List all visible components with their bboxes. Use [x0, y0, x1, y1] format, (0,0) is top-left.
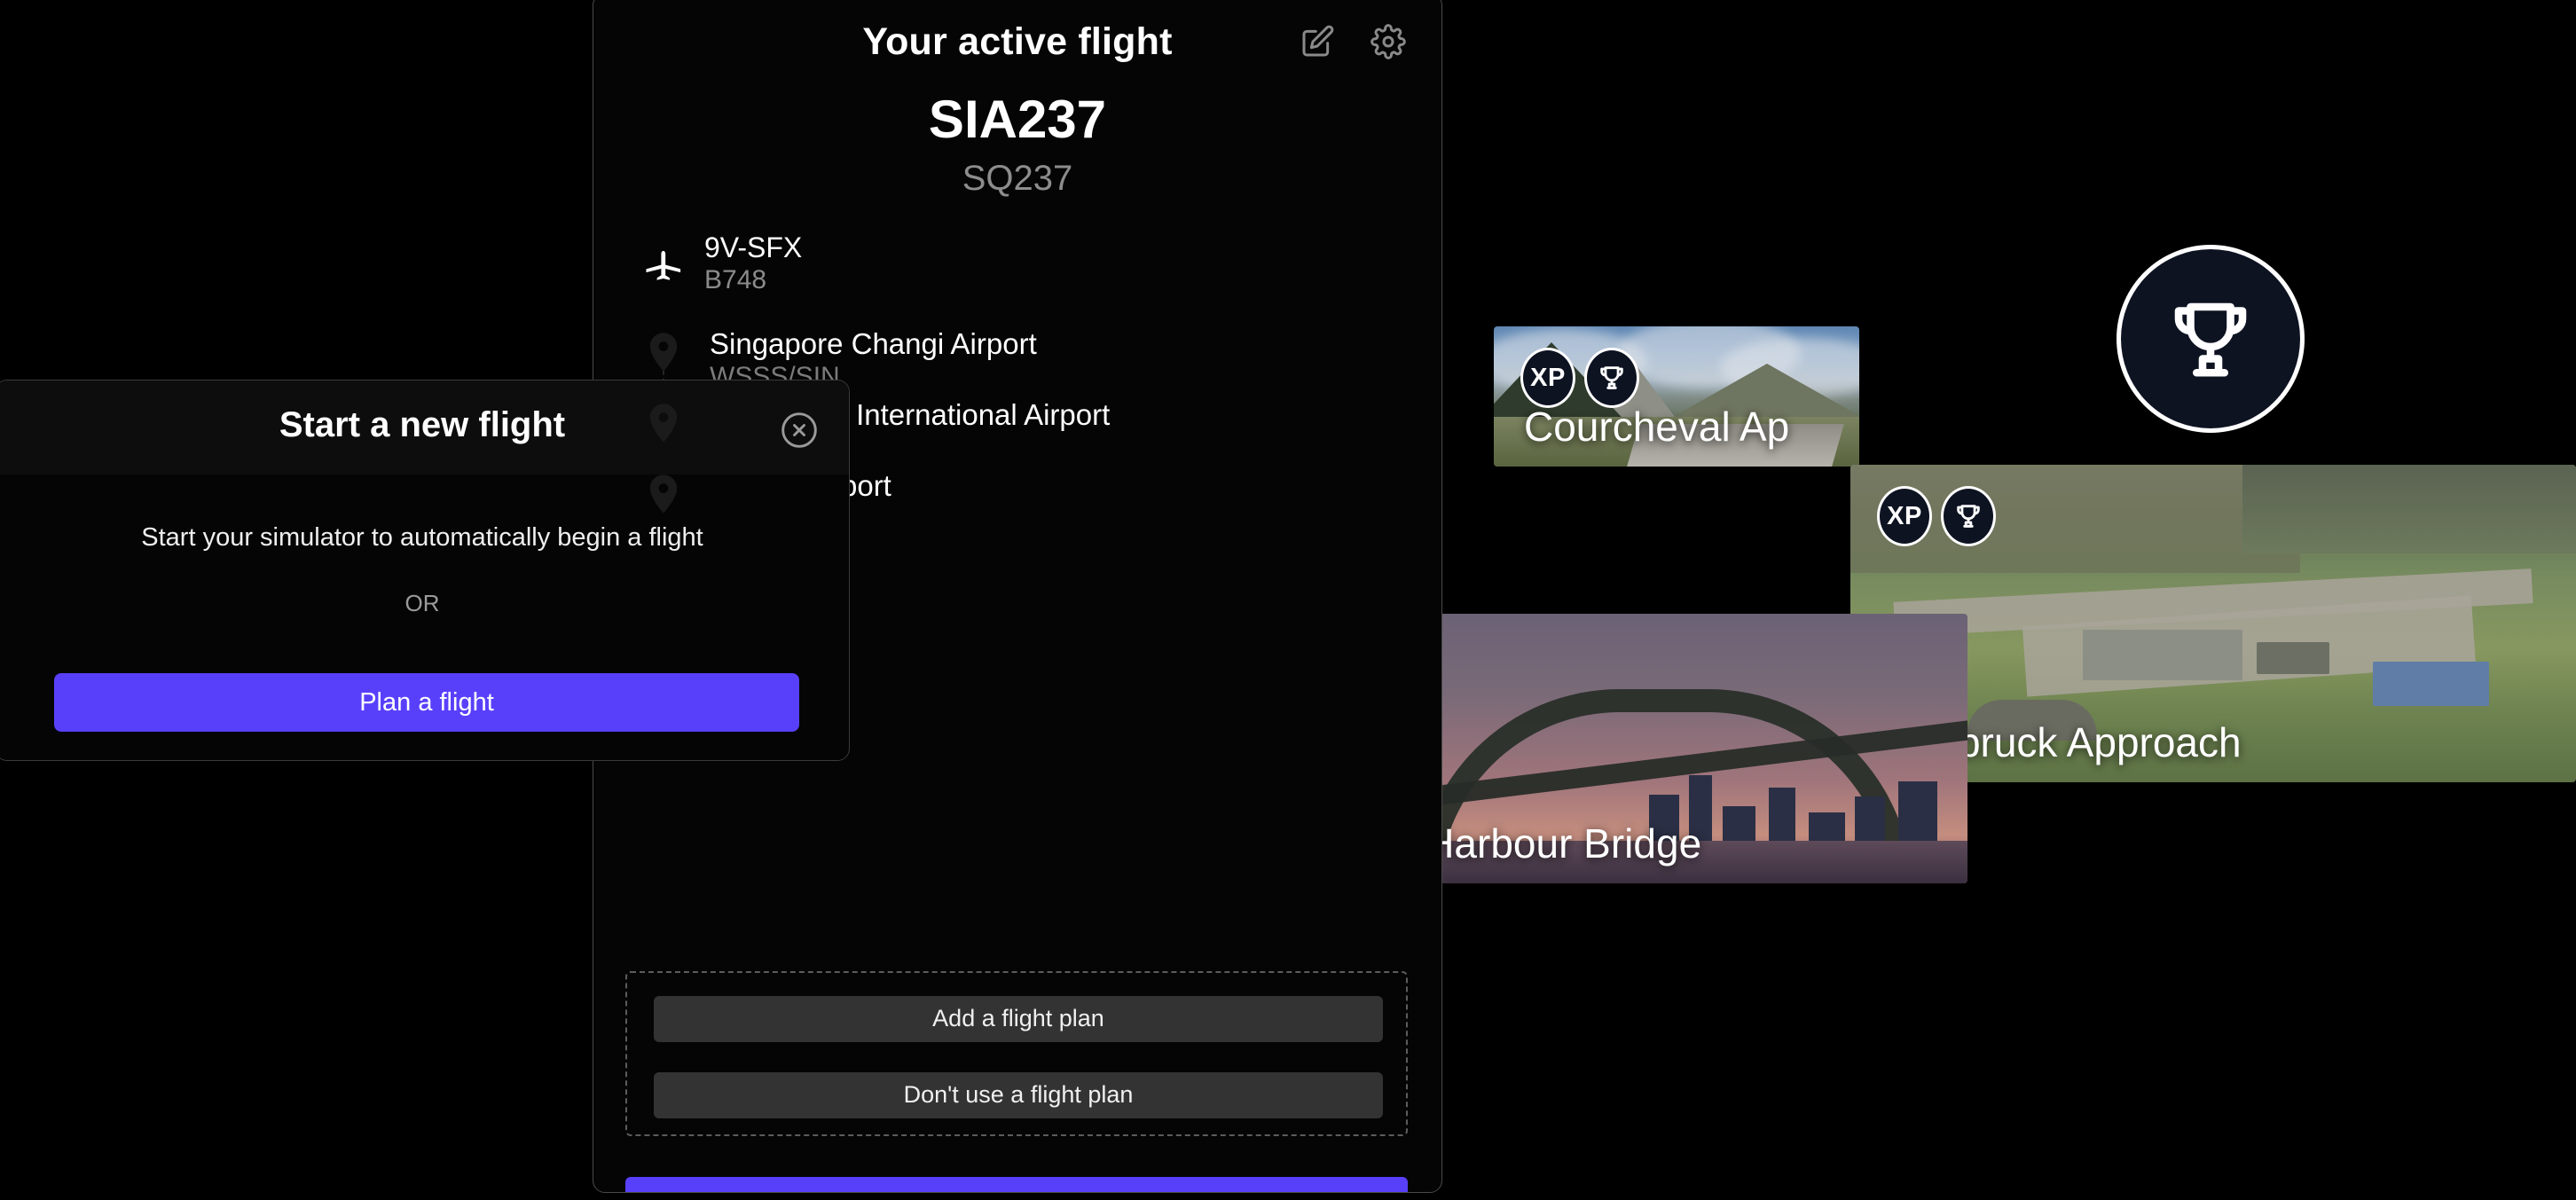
edit-pencil-icon[interactable]	[1300, 24, 1335, 59]
location-pin-icon	[640, 400, 687, 446]
achievement-card-courcheval[interactable]: XP Courcheval Ap	[1494, 326, 1859, 467]
close-circle-icon[interactable]	[780, 411, 819, 450]
airport-name: Singapore Changi Airport	[710, 326, 1037, 360]
card-badges: XP	[1877, 486, 1996, 546]
modal-title: Start a new flight	[279, 405, 566, 444]
airplane-icon	[640, 241, 687, 287]
hangar-building	[2257, 642, 2329, 675]
xp-badge: XP	[1520, 348, 1575, 408]
aircraft-info: 9V-SFX B748	[640, 231, 1441, 297]
gear-icon[interactable]	[1370, 24, 1406, 59]
xp-badge-label: XP	[1887, 501, 1922, 530]
modal-subtitle: Start your simulator to automatically be…	[141, 523, 703, 552]
trophy-icon	[1600, 366, 1623, 389]
trophy-icon	[2174, 302, 2247, 377]
hangar-building	[2082, 630, 2242, 681]
aircraft-type: B748	[704, 265, 767, 295]
plan-a-flight-button[interactable]: Plan a flight	[54, 673, 799, 732]
xp-badge: XP	[1877, 486, 1932, 546]
xp-badge-label: XP	[1530, 363, 1566, 392]
aircraft-registration: 9V-SFX	[704, 231, 803, 263]
no-flight-plan-button[interactable]: Don't use a flight plan	[654, 1071, 1383, 1118]
add-flight-plan-button[interactable]: Add a flight plan	[654, 995, 1383, 1042]
location-pin-icon	[640, 329, 687, 375]
card-badges: XP	[1520, 348, 1639, 408]
trophy-icon	[1957, 505, 1980, 528]
flight-number: SQ237	[962, 159, 1073, 198]
flight-plan-dropzone: Add a flight plan Don't use a flight pla…	[625, 970, 1408, 1136]
card-title: Courcheval Ap	[1524, 404, 1790, 450]
terminal-building	[2372, 661, 2489, 707]
aircraft-text: 9V-SFX B748	[704, 231, 803, 297]
modal-or-divider: OR	[404, 590, 440, 616]
modal-header: Start a new flight	[0, 380, 849, 475]
flight-callsign: SIA237	[928, 90, 1107, 149]
start-new-flight-modal: Start a new flight Start your simulator …	[0, 380, 850, 761]
trophy-badge	[1941, 486, 1996, 546]
location-pin-icon	[640, 471, 687, 517]
end-flight-button[interactable]: End Flight	[625, 1176, 1408, 1192]
trophy-badge	[1584, 348, 1639, 408]
panel-header: Your active flight	[593, 0, 1441, 100]
hero-trophy-badge	[2117, 245, 2305, 433]
hillside	[2242, 465, 2576, 554]
